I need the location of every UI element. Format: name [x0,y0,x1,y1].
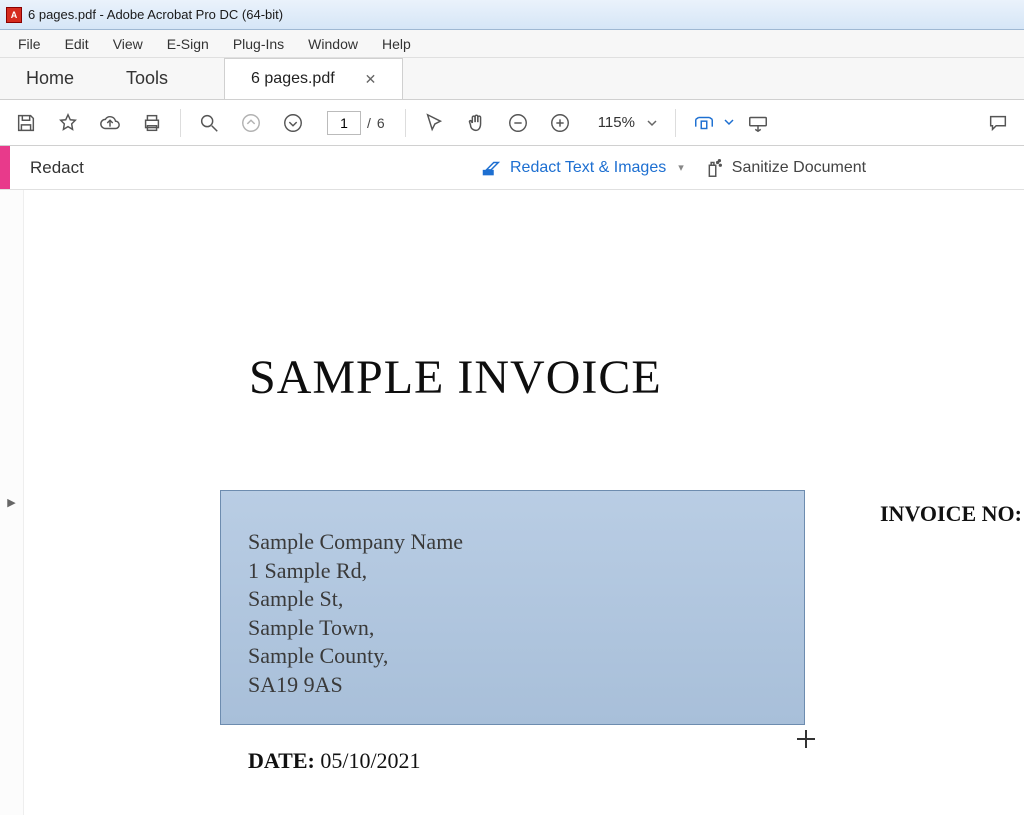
menu-plugins[interactable]: Plug-Ins [223,32,294,56]
zoom-value[interactable]: 115% [592,112,641,133]
save-icon [15,112,37,134]
zoom-in-icon [549,112,571,134]
menu-bar: File Edit View E-Sign Plug-Ins Window He… [0,30,1024,58]
tab-strip: Home Tools 6 pages.pdf ✕ [0,58,1024,100]
document-title: SAMPLE INVOICE [249,350,662,405]
tab-close-button[interactable]: ✕ [365,71,377,88]
keyboard-icon [747,112,769,134]
page-down-button[interactable] [275,105,311,141]
zoom-out-button[interactable] [500,105,536,141]
arrow-down-circle-icon [282,112,304,134]
redact-toolbar: Redact Redact Text & Images ▾ Sanitize D… [0,146,1024,190]
hand-icon [465,112,487,134]
zoom-control: 115% [592,112,657,133]
zoom-in-button[interactable] [542,105,578,141]
address-line: Sample Town, [248,614,463,643]
page-current-input[interactable] [327,111,361,135]
print-icon [141,112,163,134]
redact-text-images-label: Redact Text & Images [510,159,666,177]
star-button[interactable] [50,105,86,141]
menu-view[interactable]: View [103,32,153,56]
invoice-date: DATE: 05/10/2021 [248,748,421,774]
tab-document-label: 6 pages.pdf [251,70,335,88]
menu-esign[interactable]: E-Sign [157,32,219,56]
document-area: ▶ SAMPLE INVOICE Sample Company Name 1 S… [0,190,1024,815]
fit-width-caret[interactable] [724,114,734,132]
star-icon [57,112,79,134]
chevron-down-icon: ▾ [678,161,684,174]
tab-home[interactable]: Home [0,58,100,99]
search-icon [198,112,220,134]
chevron-down-icon [724,117,734,127]
zoom-dropdown[interactable] [647,118,657,128]
keyboard-button[interactable] [740,105,776,141]
navigation-pane-collapsed[interactable]: ▶ [0,190,24,815]
page-total: 6 [377,115,385,131]
redact-label: Redact [30,158,84,178]
address-line: Sample Company Name [248,528,463,557]
page-indicator: / 6 [327,111,385,135]
print-button[interactable] [134,105,170,141]
toolbar-separator [180,109,181,137]
sanitize-icon [702,157,724,179]
page-up-button[interactable] [233,105,269,141]
redact-text-images-button[interactable]: Redact Text & Images ▾ [480,157,684,179]
page-separator: / [367,115,371,131]
arrow-up-circle-icon [240,112,262,134]
comment-icon [987,112,1009,134]
date-label: DATE: [248,748,315,773]
date-value: 05/10/2021 [320,748,420,773]
address-line: 1 Sample Rd, [248,557,463,586]
fit-width-button[interactable] [686,105,722,141]
cloud-upload-icon [99,112,121,134]
sanitize-document-label: Sanitize Document [732,159,866,177]
toolbar-separator [405,109,406,137]
app-icon: A [6,7,22,23]
main-toolbar: / 6 115% [0,100,1024,146]
expand-nav-icon: ▶ [7,496,15,509]
find-button[interactable] [191,105,227,141]
chevron-down-icon [647,118,657,128]
cursor-crosshair-icon [797,730,815,748]
zoom-out-icon [507,112,529,134]
sanitize-document-button[interactable]: Sanitize Document [702,157,866,179]
hand-tool-button[interactable] [458,105,494,141]
fit-width-icon [693,112,715,134]
window-title: 6 pages.pdf - Adobe Acrobat Pro DC (64-b… [28,7,283,22]
invoice-number-label: INVOICE NO: [880,501,1022,527]
toolbar-separator [675,109,676,137]
company-address-block: Sample Company Name 1 Sample Rd, Sample … [248,528,463,700]
save-button[interactable] [8,105,44,141]
address-line: Sample St, [248,585,463,614]
menu-window[interactable]: Window [298,32,368,56]
address-line: SA19 9AS [248,671,463,700]
tab-tools[interactable]: Tools [100,58,194,99]
menu-file[interactable]: File [8,32,51,56]
address-line: Sample County, [248,642,463,671]
cloud-upload-button[interactable] [92,105,128,141]
pdf-page[interactable]: SAMPLE INVOICE Sample Company Name 1 Sam… [24,190,1024,815]
menu-help[interactable]: Help [372,32,421,56]
comment-button[interactable] [980,105,1016,141]
redact-marker-icon [480,157,502,179]
tab-document[interactable]: 6 pages.pdf ✕ [224,58,403,99]
menu-edit[interactable]: Edit [55,32,99,56]
redact-accent-stripe [0,146,10,189]
window-titlebar: A 6 pages.pdf - Adobe Acrobat Pro DC (64… [0,0,1024,30]
selection-tool-button[interactable] [416,105,452,141]
cursor-icon [423,112,445,134]
